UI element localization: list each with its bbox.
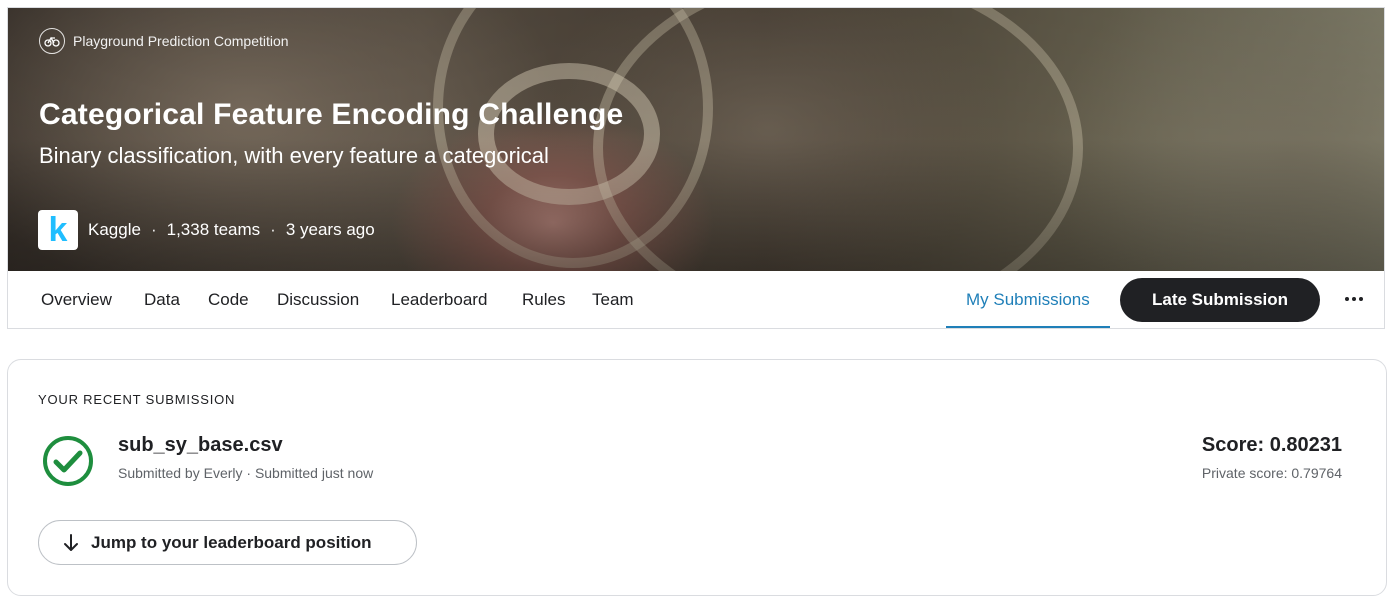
- competition-tabs: Overview Data Code Discussion Leaderboar…: [8, 271, 1384, 328]
- kaggle-logo[interactable]: k: [38, 210, 78, 250]
- submission-filename: sub_sy_base.csv: [118, 434, 283, 456]
- tab-overview[interactable]: Overview: [41, 271, 112, 328]
- banner-image: Playground Prediction Competition Catego…: [8, 8, 1384, 271]
- more-horizontal-icon[interactable]: [1342, 287, 1366, 311]
- page-subtitle: Binary classification, with every featur…: [39, 143, 549, 168]
- cycling-icon: [39, 28, 65, 54]
- competition-header: Playground Prediction Competition Catego…: [7, 7, 1385, 329]
- jump-to-leaderboard-button[interactable]: Jump to your leaderboard position: [38, 520, 417, 565]
- tab-discussion[interactable]: Discussion: [277, 271, 359, 328]
- section-heading: YOUR RECENT SUBMISSION: [38, 392, 236, 407]
- submission-byline: Submitted by Everly · Submitted just now: [118, 465, 374, 481]
- competition-meta: k Kaggle · 1,338 teams · 3 years ago: [38, 210, 375, 250]
- competition-type: Playground Prediction Competition: [39, 28, 289, 54]
- tab-rules[interactable]: Rules: [522, 271, 565, 328]
- tab-leaderboard[interactable]: Leaderboard: [391, 271, 487, 328]
- public-score: Score: 0.80231: [1201, 434, 1342, 456]
- check-circle-icon: [43, 436, 93, 486]
- page-title: Categorical Feature Encoding Challenge: [39, 98, 624, 131]
- tab-code[interactable]: Code: [208, 271, 249, 328]
- meta-separator: ·: [270, 220, 276, 239]
- recent-submission-card: YOUR RECENT SUBMISSION sub_sy_base.csv S…: [7, 359, 1387, 596]
- competition-age: 3 years ago: [285, 220, 375, 239]
- host-link[interactable]: Kaggle: [88, 220, 141, 240]
- tab-my-submissions[interactable]: My Submissions: [946, 271, 1110, 328]
- teams-count: 1,338 teams: [166, 220, 261, 239]
- arrow-down-icon: [64, 533, 78, 551]
- meta-separator: ·: [150, 220, 157, 239]
- jump-button-label: Jump to your leaderboard position: [91, 532, 372, 552]
- late-submission-button[interactable]: Late Submission: [1120, 278, 1320, 322]
- private-score: Private score: 0.79764: [1201, 465, 1342, 481]
- competition-type-label: Playground Prediction Competition: [73, 33, 289, 49]
- tab-team[interactable]: Team: [592, 271, 634, 328]
- tab-data[interactable]: Data: [144, 271, 180, 328]
